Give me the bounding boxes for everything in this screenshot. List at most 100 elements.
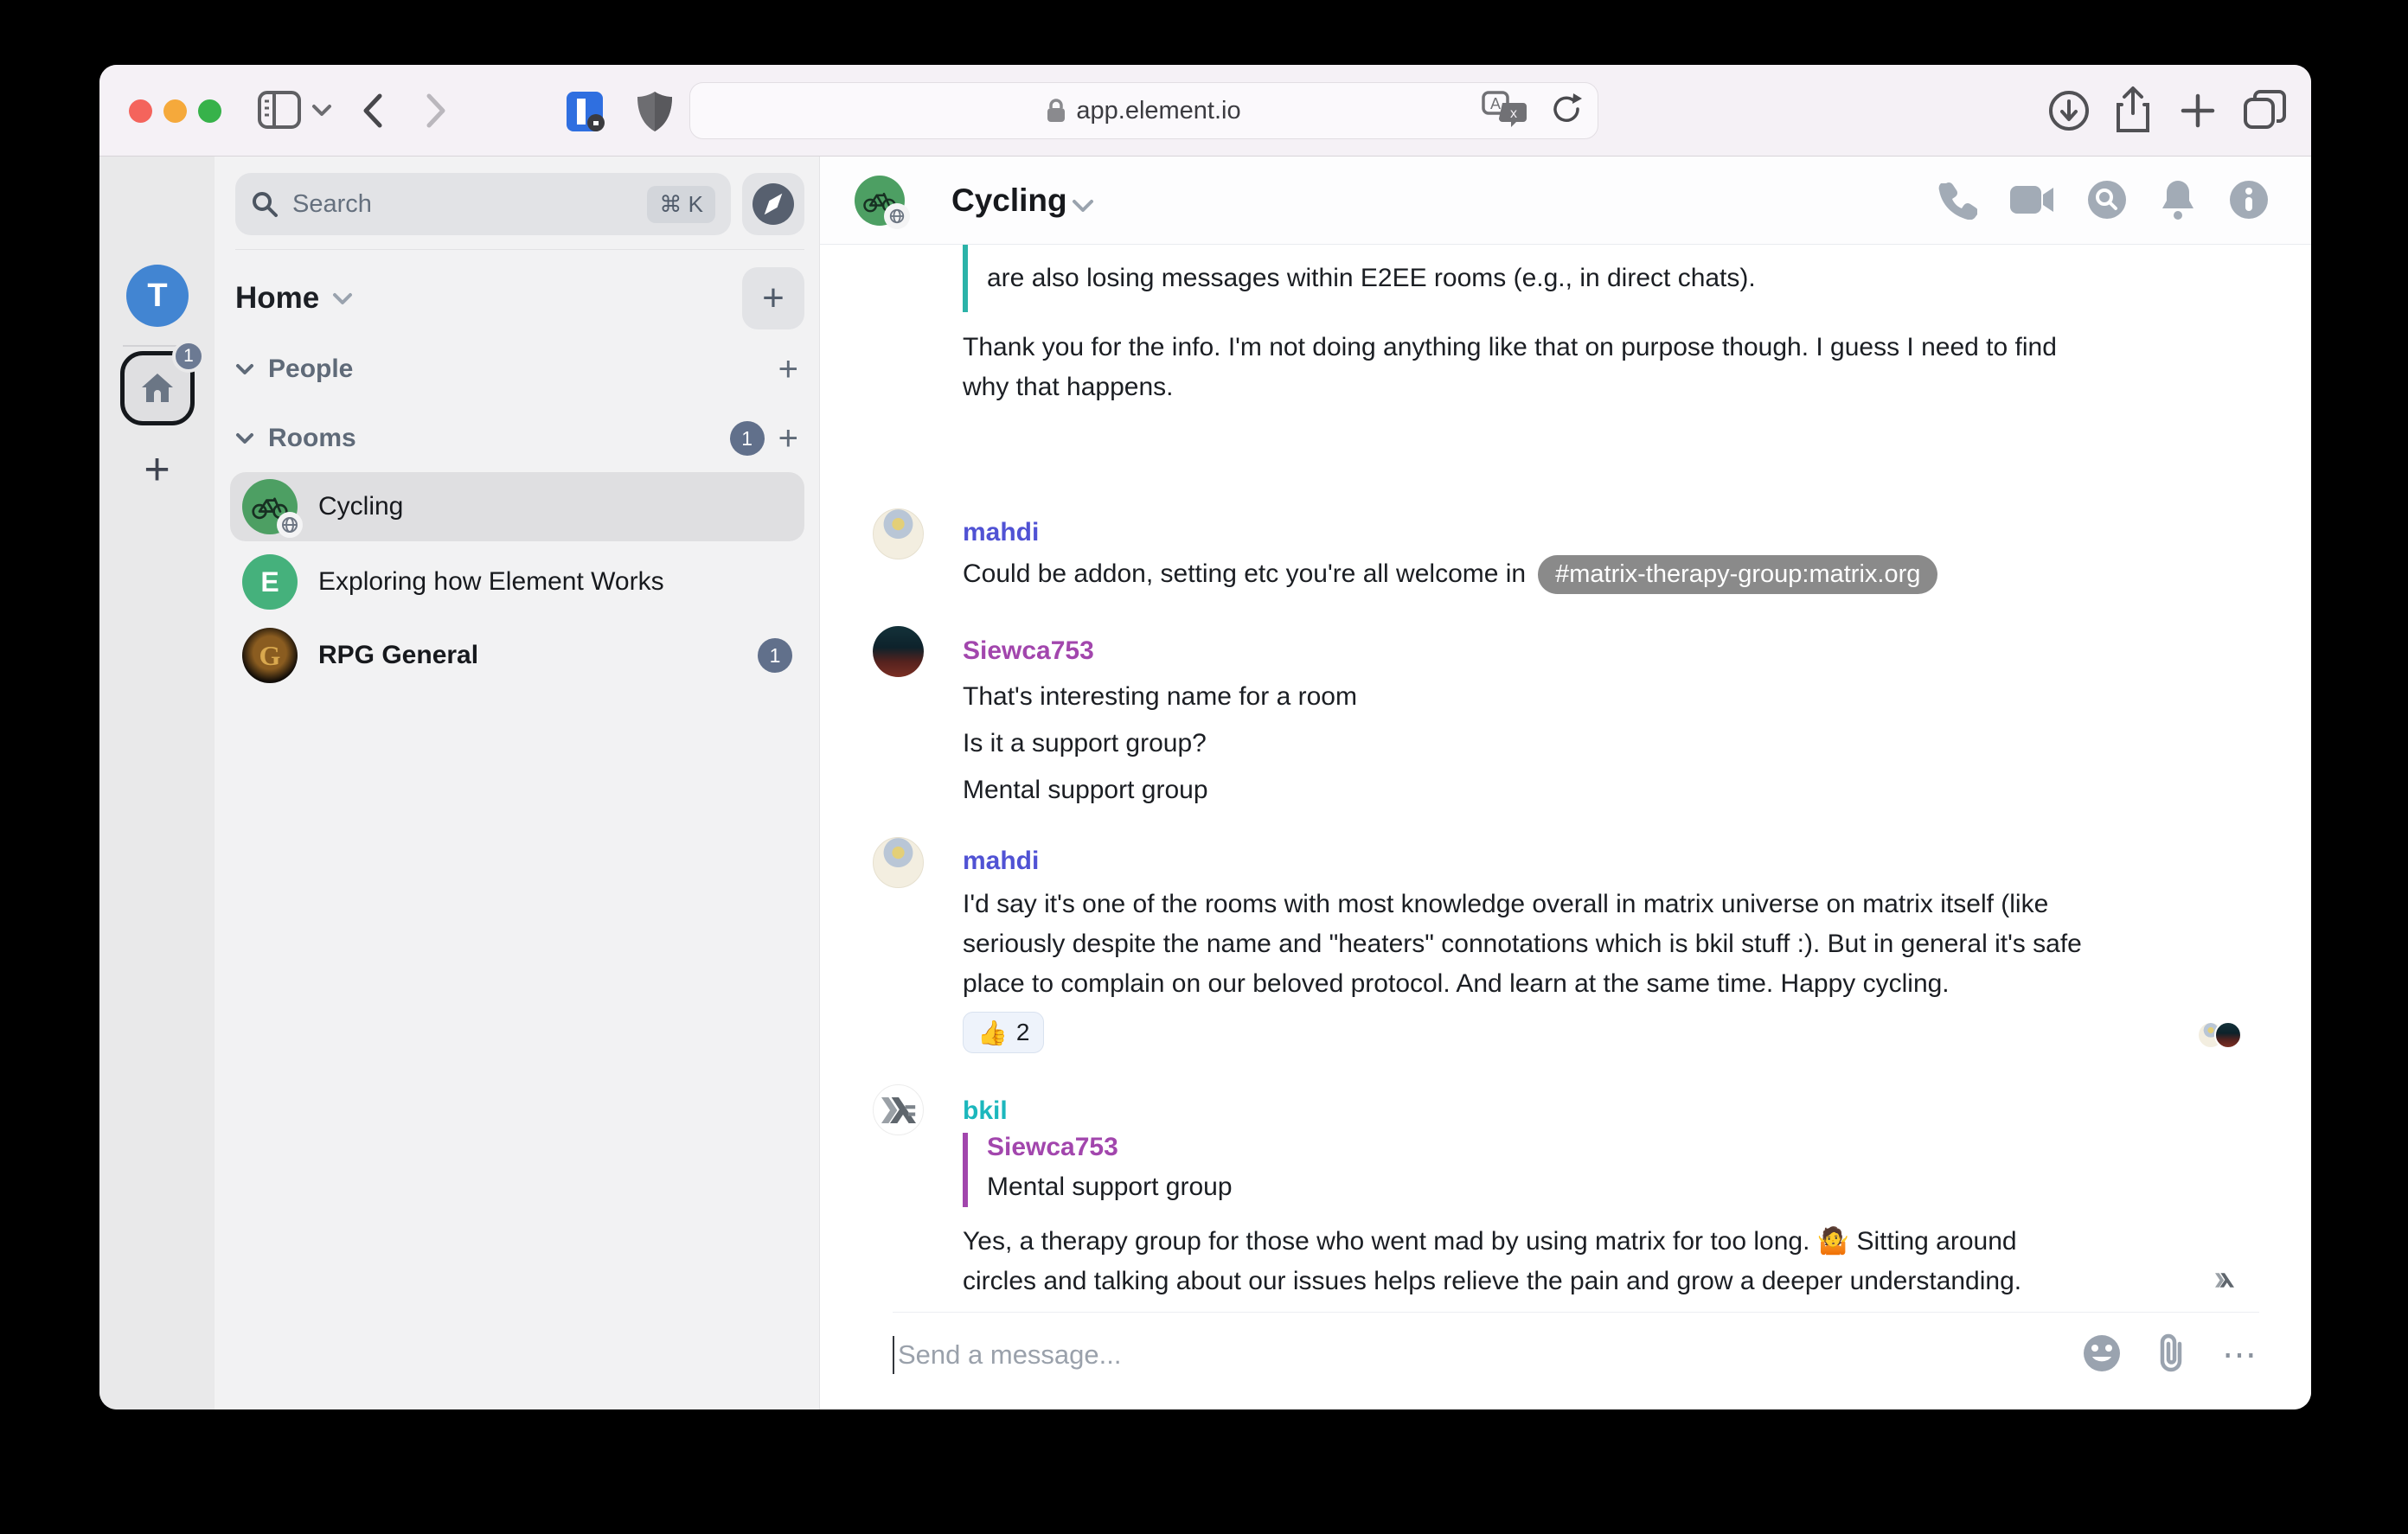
message-text: Could be addon, setting etc you're all w… [963,554,1526,594]
chevron-down-icon [331,291,354,306]
shield-extension-icon[interactable] [636,90,674,133]
text-cursor [893,1336,894,1374]
cycling-room-avatar [242,479,298,534]
room-link-pill[interactable]: #matrix-therapy-group:matrix.org [1538,555,1937,594]
thumbs-up-emoji: 👍 [977,1019,1008,1047]
space-name-dropdown[interactable]: Home [235,267,354,329]
chat-panel: Cycling are also losing messages within … [820,157,2311,1409]
minimize-window-button[interactable] [163,99,187,123]
voice-call-icon[interactable] [1937,180,1977,224]
mahdi-avatar[interactable] [873,837,924,888]
add-room-button[interactable]: + [742,267,804,329]
room-info-icon[interactable] [2228,179,2270,225]
bkil-avatar[interactable] [873,1084,924,1135]
rooms-section-header[interactable]: Rooms 1 + [235,417,798,460]
rooms-unread-badge: 1 [730,421,765,456]
sender-name[interactable]: bkil [963,1096,1008,1126]
close-window-button[interactable] [129,99,152,123]
create-space-button[interactable]: + [99,442,215,497]
read-receipt-avatar[interactable] [2211,1266,2238,1294]
quote-text: are also losing messages within E2EE roo… [987,245,2096,298]
message-composer[interactable]: ⋯ [893,1325,2259,1385]
home-icon [139,371,176,406]
quoted-message[interactable]: Siewca753 Mental support group [963,1133,2096,1207]
rpg-room-avatar: G [242,628,298,683]
haskell-logo-icon [881,1097,916,1123]
message-input[interactable] [898,1339,2082,1371]
people-section-header[interactable]: People + [235,348,798,391]
message-timeline[interactable]: are also losing messages within E2EE roo… [820,245,2311,1297]
room-name: Exploring how Element Works [318,567,664,597]
sender-name[interactable]: mahdi [963,518,1039,547]
translate-icon[interactable]: Ax [1482,91,1527,131]
read-receipt-avatar[interactable] [2214,1021,2242,1049]
siewca-avatar[interactable] [873,626,924,677]
chevron-down-icon[interactable] [311,103,332,117]
reaction-count: 2 [1016,1019,1030,1046]
space-name: Home [235,281,319,316]
public-room-globe-icon [884,203,910,229]
room-search-icon[interactable] [2086,179,2128,225]
reload-icon[interactable] [1549,92,1584,131]
people-section-label: People [268,355,353,384]
notifications-bell-icon[interactable] [2159,179,2197,225]
sidebar-toggle-icon[interactable] [258,91,301,129]
safari-window: app.element.io Ax T [99,65,2311,1409]
exploring-room-avatar: E [242,554,298,610]
room-item-exploring[interactable]: E Exploring how Element Works [230,547,804,617]
search-input[interactable] [292,190,633,219]
downloads-button[interactable] [2047,89,2091,132]
quote-author: Siewca753 [987,1133,2096,1162]
emoji-picker-icon[interactable] [2082,1333,2122,1377]
compass-icon [751,182,796,227]
read-receipts[interactable] [2211,1266,2238,1294]
mahdi-avatar[interactable] [873,508,924,559]
room-title[interactable]: Cycling [951,182,1067,219]
message-text[interactable]: Mental support group [963,770,1208,810]
sender-name[interactable]: mahdi [963,847,1039,876]
message-text[interactable]: That's interesting name for a room [963,677,1357,717]
chevron-down-icon[interactable] [1071,198,1095,214]
read-receipts[interactable] [2197,1021,2242,1049]
room-list-sidebar: ⌘ K Home + People + Rooms 1 + [215,157,820,1409]
room-header-avatar[interactable] [855,176,905,226]
more-options-icon[interactable]: ⋯ [2222,1335,2259,1375]
search-box[interactable]: ⌘ K [235,173,731,235]
browser-toolbar: app.element.io Ax [99,65,2311,157]
user-avatar[interactable]: T [126,265,189,327]
tab-overview-button[interactable] [2243,89,2288,132]
message-text[interactable]: Yes, a therapy group for those who went … [963,1222,2096,1297]
quote-text: Mental support group [987,1167,2096,1207]
message-row[interactable]: Could be addon, setting etc you're all w… [963,554,1937,594]
message-text[interactable]: Thank you for the info. I'm not doing an… [963,328,2096,407]
attachment-icon[interactable] [2155,1333,2189,1377]
composer-divider [893,1312,2259,1313]
new-tab-button[interactable] [2179,92,2217,130]
back-button[interactable] [359,93,385,129]
room-item-cycling[interactable]: Cycling [230,472,804,541]
quoted-message[interactable]: are also losing messages within E2EE roo… [963,245,2096,312]
message-text[interactable]: I'd say it's one of the rooms with most … [963,885,2096,1004]
home-unread-badge: 1 [172,340,205,373]
add-room-plus-button[interactable]: + [778,419,798,458]
share-button[interactable] [2113,86,2153,134]
space-rail: T 1 + [99,157,215,1409]
address-bar[interactable]: app.element.io Ax [689,82,1598,139]
explore-rooms-button[interactable] [742,173,804,235]
room-item-rpg-general[interactable]: G RPG General 1 [230,621,804,690]
search-shortcut-badge: ⌘ K [647,186,715,223]
svg-text:x: x [1510,106,1517,121]
chevron-down-icon [235,362,254,376]
password-extension-icon[interactable] [565,90,608,133]
room-name: RPG General [318,641,478,670]
add-people-button[interactable]: + [778,350,798,389]
room-name: Cycling [318,492,403,521]
zoom-window-button[interactable] [198,99,221,123]
video-call-icon[interactable] [2008,182,2055,221]
sidebar-divider [235,249,804,250]
sender-name[interactable]: Siewca753 [963,636,1094,666]
forward-button[interactable] [424,93,450,129]
message-text[interactable]: Is it a support group? [963,724,1207,764]
reaction-pill[interactable]: 👍 2 [963,1012,1044,1053]
room-unread-badge: 1 [758,638,792,673]
